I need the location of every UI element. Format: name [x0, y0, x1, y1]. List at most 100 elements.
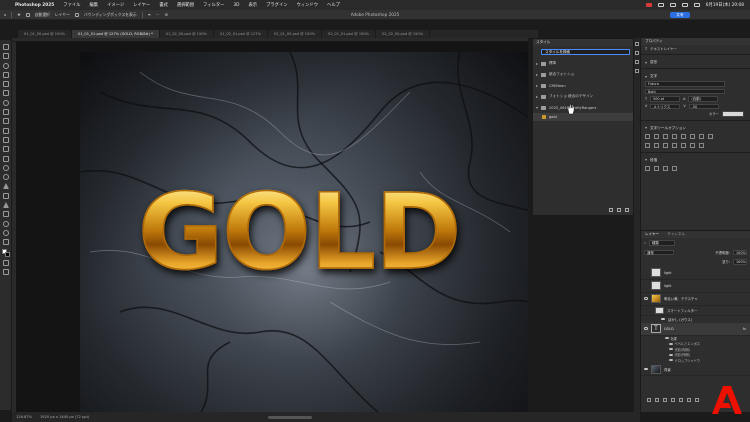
type-tool-icon[interactable] [2, 192, 9, 199]
background-color[interactable] [4, 251, 10, 257]
document-canvas[interactable]: GOLD [80, 52, 528, 412]
gradient-tool-icon[interactable] [2, 155, 9, 162]
history-icon[interactable] [635, 42, 639, 46]
style-folder[interactable]: フォトショ 統合のデザイン [533, 91, 633, 102]
adjustments-icon[interactable] [635, 51, 639, 55]
align-left-icon[interactable] [645, 165, 650, 171]
underline-icon[interactable] [699, 133, 704, 139]
align-center-icon[interactable] [654, 165, 659, 171]
fx-icon[interactable]: fx [743, 327, 750, 331]
settings-gear-icon[interactable]: ⚙ [165, 12, 168, 17]
layer-row[interactable]: 明るい黄、テクスチャ [641, 293, 750, 306]
chevron-down-icon[interactable] [536, 106, 538, 109]
tracking-input[interactable]: -50 [688, 103, 719, 109]
menu-edit[interactable]: 編集 [89, 2, 98, 8]
chevron-right-icon[interactable] [536, 73, 538, 76]
brush-tool-icon[interactable] [2, 118, 9, 125]
crop-tool-icon[interactable] [2, 81, 9, 88]
search-icon[interactable] [681, 3, 688, 7]
chevron-down-icon[interactable] [645, 75, 647, 78]
path-select-tool-icon[interactable] [2, 202, 9, 209]
rectangle-tool-icon[interactable] [2, 211, 9, 218]
eye-icon[interactable] [644, 297, 648, 300]
faux-bold-icon[interactable] [645, 133, 650, 139]
menu-view[interactable]: 表示 [248, 2, 257, 8]
more-tools-icon[interactable] [2, 239, 9, 246]
eye-icon[interactable] [661, 317, 665, 321]
alternate-icon[interactable] [654, 142, 659, 148]
font-family-select[interactable]: Futura [645, 81, 725, 87]
all-caps-icon[interactable] [663, 133, 668, 139]
fill-input[interactable]: 100% [733, 259, 747, 265]
object-select-tool-icon[interactable] [2, 71, 9, 78]
move-tool-icon[interactable]: ✥ [17, 12, 20, 17]
trash-icon[interactable] [625, 208, 629, 212]
ordinal-icon[interactable] [690, 142, 695, 148]
color-swatches[interactable] [1, 248, 10, 257]
home-icon[interactable]: ⌂ [4, 12, 6, 17]
menu-select[interactable]: 選択範囲 [177, 2, 194, 8]
zoom-level[interactable]: 126.87% [16, 415, 32, 419]
record-icon[interactable] [645, 3, 652, 7]
styles-search-input[interactable]: スタイルを検索 [541, 49, 630, 55]
canvas-area[interactable]: GOLD [16, 42, 528, 412]
pen-tool-icon[interactable] [2, 183, 9, 190]
layer-select-dropdown[interactable]: レイヤー [55, 12, 70, 18]
style-folder[interactable]: 統合フォトショ [533, 69, 633, 80]
chevron-right-icon[interactable] [536, 95, 538, 98]
subscript-icon[interactable] [690, 133, 695, 139]
zoom-tool-icon[interactable] [2, 229, 9, 236]
menubar-clock[interactable]: 6月19日(木) 20:08 [706, 2, 744, 8]
frame-tool-icon[interactable] [2, 90, 9, 97]
tab-document-active[interactable]: 01_01_01.psd @ 127% (GOLD, RGB/8#) * [72, 30, 160, 38]
lasso-tool-icon[interactable] [2, 62, 9, 69]
opacity-input[interactable]: 100% [733, 249, 747, 255]
tab-document[interactable]: 02_01_00.psd @ 150% [268, 30, 323, 38]
text-color-swatch[interactable] [722, 111, 744, 117]
swash-icon[interactable] [663, 142, 668, 148]
character-section[interactable]: 文字 [641, 71, 750, 80]
tab-document[interactable]: 01_02_01.psd @ 127% [214, 30, 268, 38]
eye-icon[interactable] [669, 348, 673, 351]
strikethrough-icon[interactable] [708, 133, 713, 139]
blur-tool-icon[interactable] [2, 164, 9, 171]
layer-row[interactable]: 背景 [641, 363, 750, 376]
font-style-select[interactable]: Bold [645, 88, 725, 94]
trash-icon[interactable] [695, 398, 699, 402]
new-group-icon[interactable] [679, 398, 683, 402]
blend-mode-select[interactable]: 通常 [644, 249, 674, 255]
layer-row[interactable]: light [641, 267, 750, 280]
menu-filter[interactable]: フィルター [203, 2, 224, 8]
align-icon[interactable]: ≡ [148, 12, 151, 17]
smart-filter-row[interactable]: スマートフィルター [641, 306, 750, 316]
style-item-selected[interactable]: gold [533, 113, 633, 121]
new-group-icon[interactable] [609, 208, 613, 212]
menu-3d[interactable]: 3D [233, 3, 239, 8]
move-tool-icon[interactable] [2, 44, 9, 50]
transform-section[interactable]: 変形 [641, 57, 750, 66]
style-folder[interactable]: CRENeon [533, 80, 633, 91]
chevron-right-icon[interactable] [536, 62, 538, 65]
kind-filter-select[interactable]: 種類 [648, 240, 675, 246]
menu-help[interactable]: ヘルプ [327, 2, 340, 8]
eye-icon[interactable] [669, 353, 673, 356]
dodge-tool-icon[interactable] [2, 174, 9, 181]
fraction-icon[interactable] [699, 142, 704, 148]
layer-row-selected[interactable]: T GOLD fx [641, 322, 750, 336]
menu-type[interactable]: 書式 [159, 2, 168, 8]
auto-select-checkbox[interactable] [25, 12, 30, 17]
tab-channels[interactable]: チャンネル [663, 231, 689, 238]
paragraph-section[interactable]: 段落 [641, 155, 750, 164]
link-icon[interactable] [647, 398, 651, 402]
horizontal-scrollbar[interactable] [268, 416, 312, 419]
chevron-down-icon[interactable] [645, 159, 647, 161]
control-center-icon[interactable] [693, 3, 700, 7]
chevron-down-icon[interactable] [645, 61, 647, 64]
style-folder[interactable]: 標準 [533, 58, 633, 69]
fx-add-icon[interactable] [655, 398, 659, 402]
screen-mode-icon[interactable] [2, 269, 9, 276]
type-options-section[interactable]: 文字ツールオプション [641, 123, 750, 132]
eraser-tool-icon[interactable] [2, 146, 9, 153]
align-right-icon[interactable] [663, 165, 668, 171]
tab-document[interactable]: 01_02_00.psd @ 150% [160, 30, 214, 38]
